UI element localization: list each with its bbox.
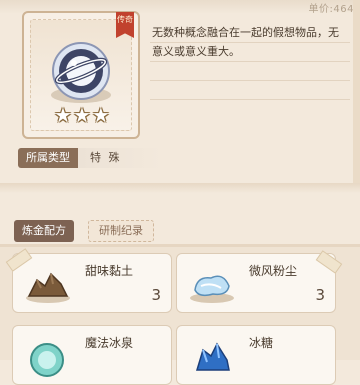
void-orb-icon <box>44 37 118 111</box>
recipe-card[interactable]: 甜味黏土 3 <box>5 248 172 313</box>
section-divider <box>0 183 360 193</box>
recipe-name: 甜味黏土 <box>85 264 134 278</box>
category-row: 所属类型 特 殊 <box>18 148 162 168</box>
dust-icon <box>187 266 237 310</box>
corner-tape <box>315 250 343 274</box>
recipe-card[interactable]: 魔法冰泉 <box>12 325 172 385</box>
description-line <box>150 80 350 81</box>
recipe-panel: 甜味黏土 3 微风粉尘 3 魔法冰泉 冰糖 <box>0 247 360 385</box>
recipe-name: 微风粉尘 <box>249 264 298 278</box>
recipe-name: 冰糖 <box>249 336 274 350</box>
recipe-card[interactable]: 微风粉尘 3 <box>176 250 343 313</box>
right-scroll-edge <box>353 0 360 183</box>
tab-research-record[interactable]: 研制纪录 <box>88 220 154 242</box>
description-line <box>150 61 350 62</box>
star-icon: ★ <box>54 103 72 127</box>
clay-icon <box>23 266 73 310</box>
recipe-qty: 3 <box>315 286 325 304</box>
ice-spring-icon <box>23 338 73 382</box>
recipe-qty: 3 <box>151 286 161 304</box>
recipe-card[interactable]: 冰糖 <box>176 325 336 385</box>
description-line <box>150 99 350 100</box>
category-value: 特 殊 <box>78 148 162 168</box>
star-icon: ★ <box>91 103 110 127</box>
price-value: 464 <box>333 4 354 15</box>
description-line <box>150 42 350 43</box>
price-readout: 单价:464 <box>309 0 354 15</box>
price-label: 单价: <box>308 4 334 15</box>
category-label: 所属类型 <box>18 148 78 168</box>
star-rating: ★ ★ ★ <box>54 105 110 125</box>
star-icon: ★ <box>72 103 91 127</box>
rock-sugar-icon <box>187 338 237 382</box>
tab-bar: 炼金配方 研制纪录 <box>14 220 154 242</box>
item-card: 传奇 ★ ★ ★ <box>22 11 140 139</box>
tab-alchemy-recipe[interactable]: 炼金配方 <box>14 220 74 242</box>
recipe-name: 魔法冰泉 <box>85 336 134 350</box>
